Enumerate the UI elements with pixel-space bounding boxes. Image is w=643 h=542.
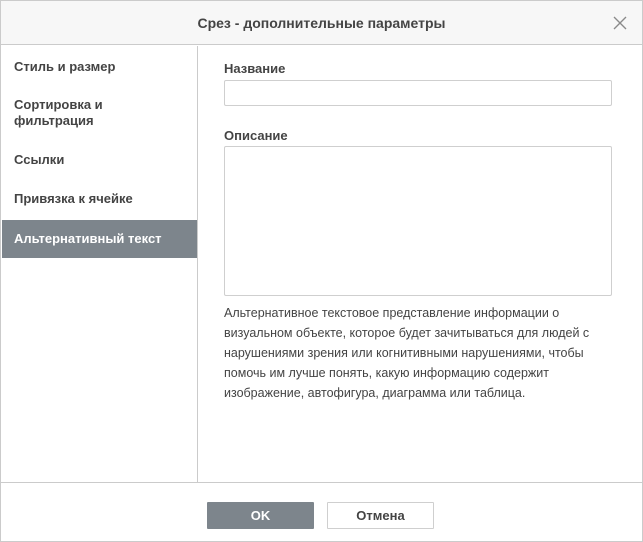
dialog-footer: OK Отмена: [1, 482, 642, 541]
sidebar-item-cell-snapping[interactable]: Привязка к ячейке: [2, 189, 197, 209]
close-button[interactable]: [612, 15, 628, 31]
sidebar-item-style-size[interactable]: Стиль и размер: [2, 57, 197, 77]
description-label: Описание: [224, 128, 288, 143]
cancel-button[interactable]: Отмена: [327, 502, 434, 529]
sidebar-item-sort-filter[interactable]: Сортировка и фильтрация: [2, 97, 197, 131]
sidebar-item-label: Стиль и размер: [14, 59, 116, 74]
close-icon: [613, 16, 627, 30]
description-textarea[interactable]: [224, 146, 612, 296]
advanced-settings-dialog: Срез - дополнительные параметры Стиль и …: [0, 0, 643, 542]
sidebar-item-label: Ссылки: [14, 152, 65, 167]
sidebar-item-label: Альтернативный текст: [14, 231, 162, 246]
alt-text-panel: Название Описание Альтернативное текстов…: [199, 46, 642, 482]
ok-button[interactable]: OK: [207, 502, 314, 529]
name-input[interactable]: [224, 80, 612, 106]
alt-text-hint: Альтернативное текстовое представление и…: [224, 306, 590, 400]
sidebar-item-label: Привязка к ячейке: [14, 191, 133, 206]
sidebar-item-alt-text[interactable]: Альтернативный текст: [2, 220, 197, 258]
settings-sidebar: Стиль и размер Сортировка и фильтрация С…: [1, 46, 198, 482]
sidebar-item-label: Сортировка и фильтрация: [14, 97, 103, 128]
dialog-title: Срез - дополнительные параметры: [197, 15, 446, 31]
dialog-header: Срез - дополнительные параметры: [1, 1, 642, 45]
sidebar-item-references[interactable]: Ссылки: [2, 150, 197, 170]
name-label: Название: [224, 61, 286, 76]
